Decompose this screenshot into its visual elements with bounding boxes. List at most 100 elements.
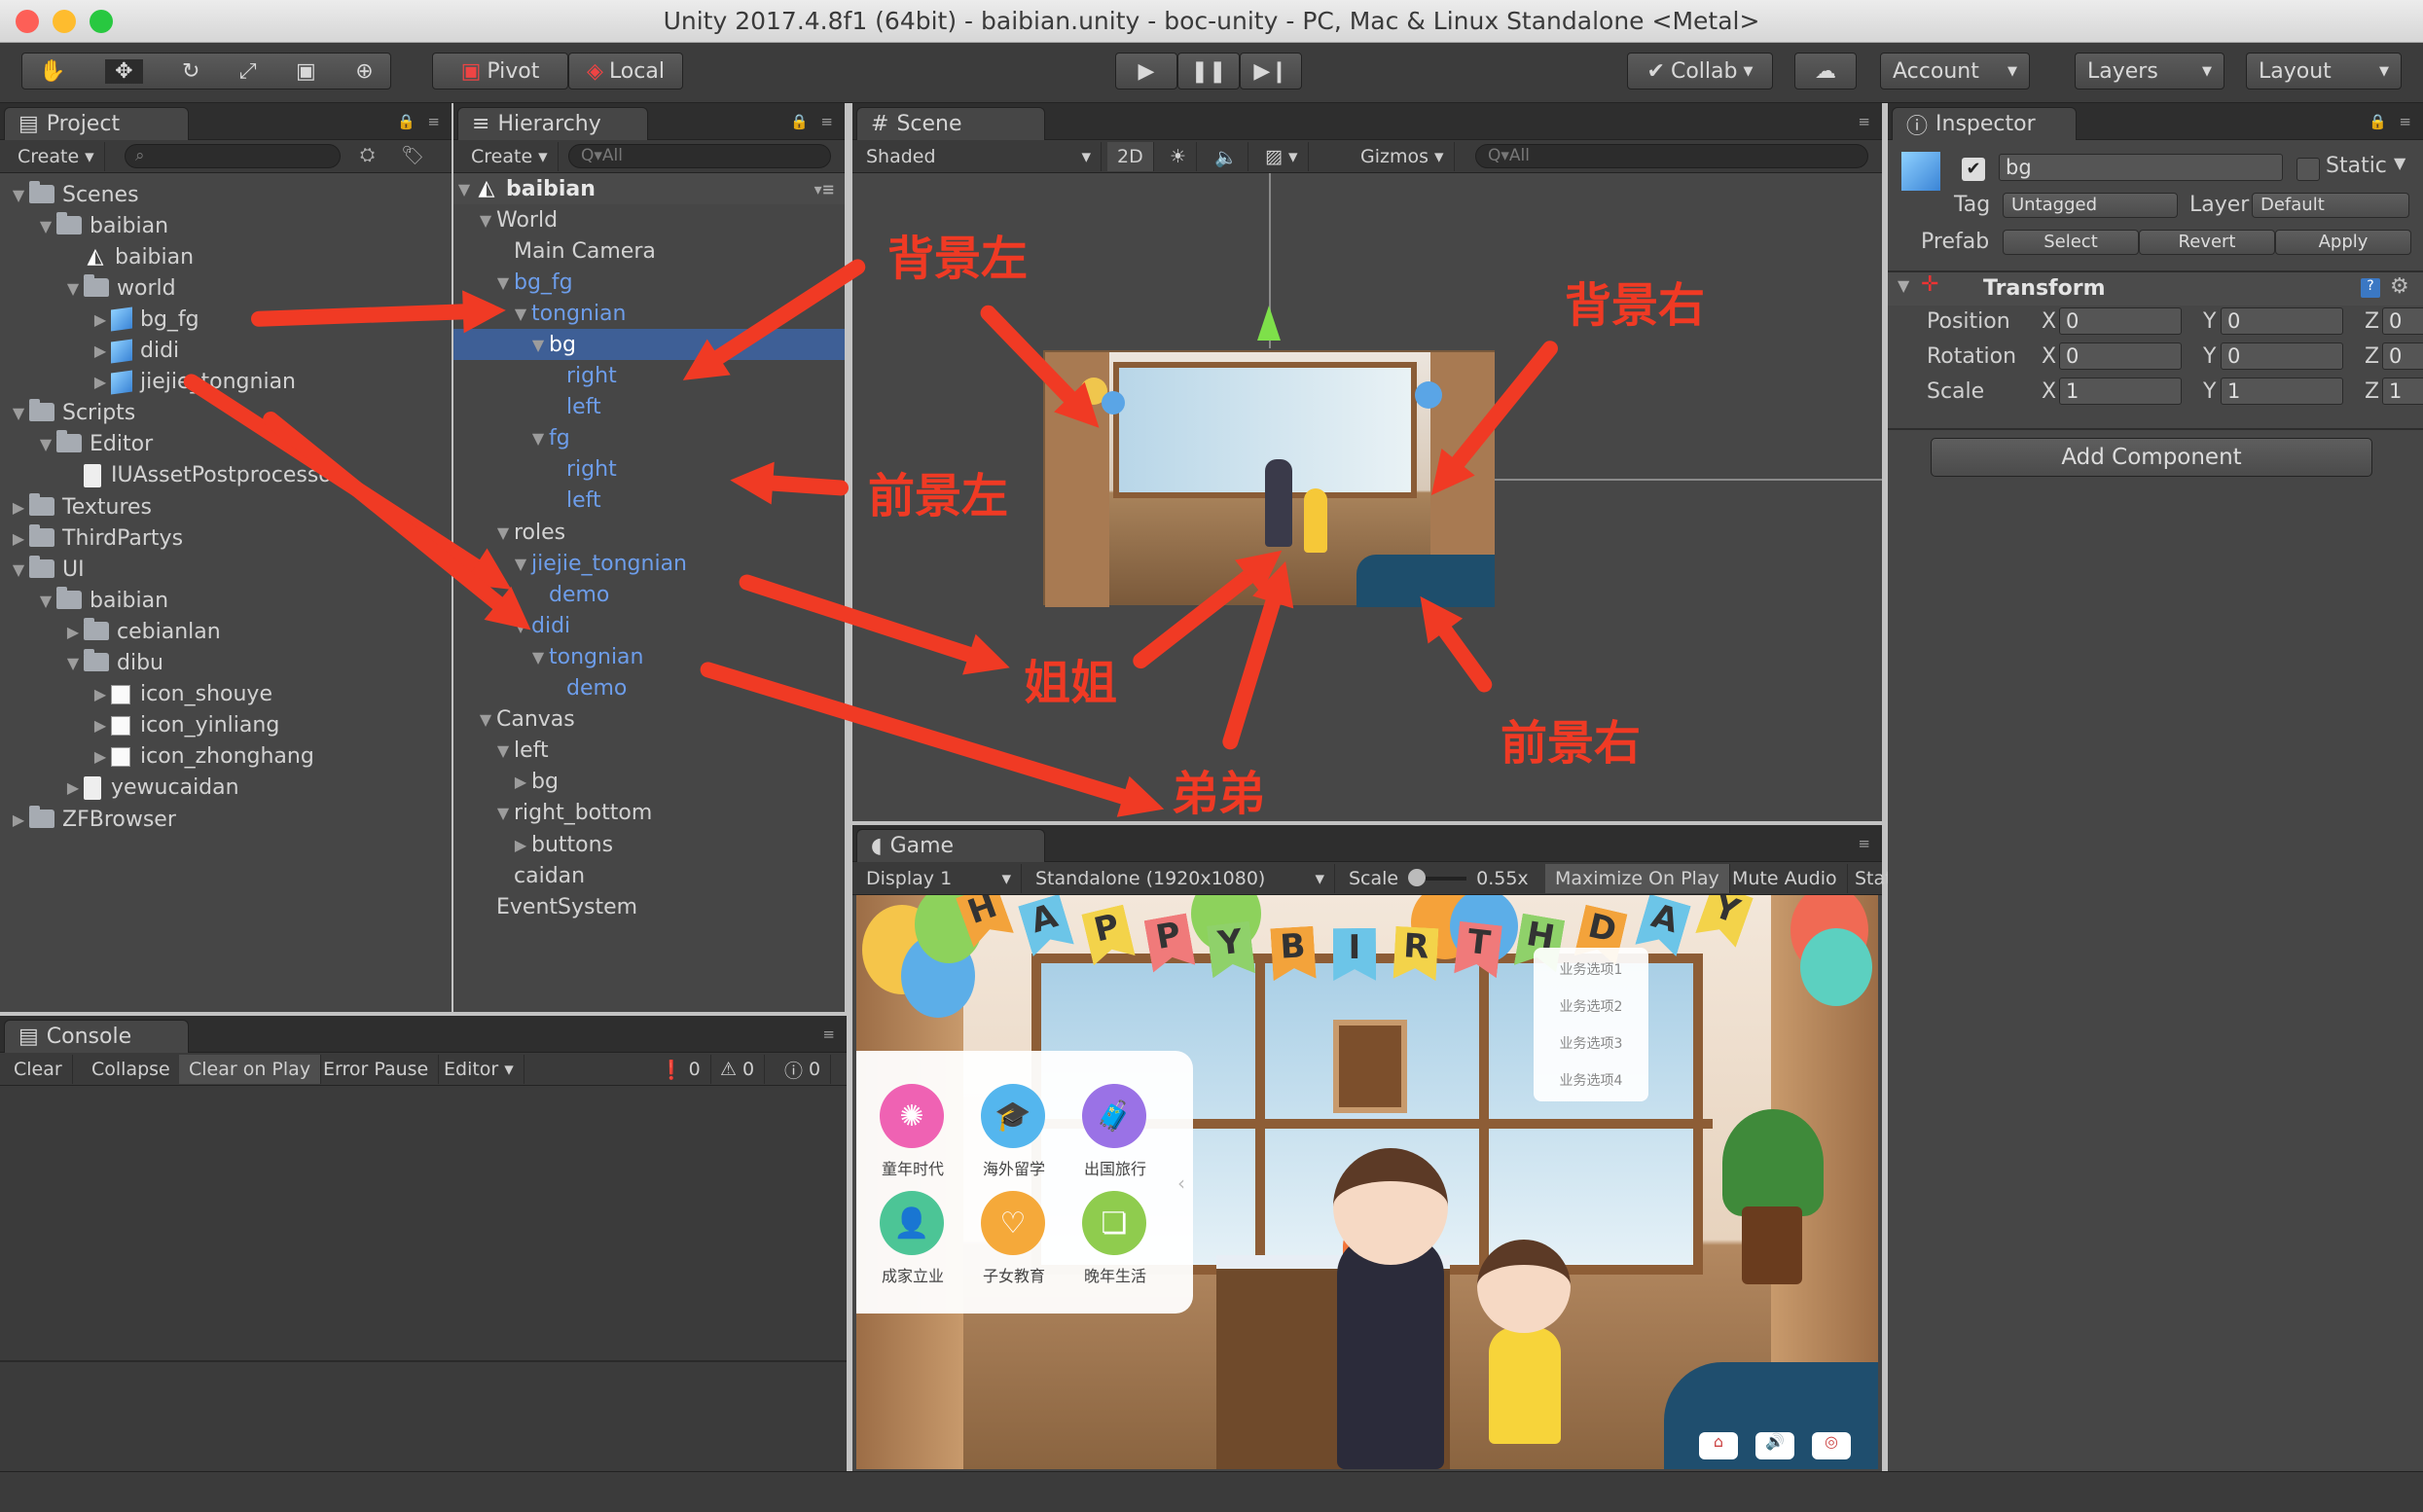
hierarchy-search-input[interactable]: Q▾All xyxy=(568,144,831,168)
collapse-button[interactable]: Collapse xyxy=(82,1055,181,1084)
filter-by-type-icon[interactable]: ⛭ xyxy=(360,144,375,165)
volume-button[interactable]: 🔊 xyxy=(1755,1432,1794,1459)
rotate-tool-icon[interactable]: ↻ xyxy=(182,59,199,84)
pause-button[interactable]: ❚❚ xyxy=(1177,53,1240,90)
list-item[interactable]: ▶ icon_yinliang xyxy=(90,710,279,741)
list-item[interactable]: ▶ bg_fg xyxy=(90,304,199,335)
prefab-revert-button[interactable]: Revert xyxy=(2139,230,2275,255)
hierarchy-item[interactable]: EventSystem xyxy=(453,891,845,922)
hierarchy-item[interactable]: ▼ roles xyxy=(453,517,845,548)
list-item[interactable]: ▶ icon_zhonghang xyxy=(90,741,314,773)
lighting-toggle[interactable]: ☀ xyxy=(1160,142,1198,171)
hierarchy-item[interactable]: ▼ fg xyxy=(453,423,845,454)
rect-tool-icon[interactable]: ▣ xyxy=(296,59,316,84)
expand-arrow-icon[interactable]: ▶ xyxy=(90,685,111,703)
create-dropdown[interactable]: Create ▾ xyxy=(461,142,559,171)
expand-arrow-icon[interactable]: ▶ xyxy=(62,778,84,797)
settings-button[interactable]: ◎ xyxy=(1812,1432,1851,1459)
list-item[interactable]: ▶ Textures xyxy=(8,491,152,522)
service-button[interactable]: ♡ xyxy=(981,1191,1045,1255)
list-item[interactable]: ▶ ThirdPartys xyxy=(8,522,183,554)
panel-menu-icon[interactable]: ≡ xyxy=(1858,113,1874,130)
error-count-toggle[interactable]: ❗ 0 xyxy=(650,1055,711,1084)
panel-menu-icon[interactable]: 🔒 ≡ xyxy=(790,113,837,130)
static-checkbox[interactable] xyxy=(2296,158,2320,181)
transform-y-field[interactable]: 0 xyxy=(2221,307,2343,335)
expand-arrow-icon[interactable]: ▶ xyxy=(90,342,111,360)
expand-arrow-icon[interactable]: ▼ xyxy=(8,560,29,579)
gizmos-dropdown[interactable]: Gizmos ▾ xyxy=(1351,142,1455,171)
expand-arrow-icon[interactable]: ▶ xyxy=(90,373,111,391)
list-item[interactable]: ▼ baibian xyxy=(35,585,168,616)
scene-menu-icon[interactable]: ▾≡ xyxy=(814,180,835,198)
active-checkbox[interactable]: ✔ xyxy=(1962,158,1985,181)
gear-icon[interactable]: ⚙ xyxy=(2390,274,2409,299)
transform-y-field[interactable]: 0 xyxy=(2221,342,2343,370)
transform-tool-icon[interactable]: ⊕ xyxy=(355,59,373,84)
transform-x-field[interactable]: 0 xyxy=(2059,307,2182,335)
hierarchy-item[interactable]: ▶ bg xyxy=(453,767,845,798)
service-button[interactable]: ✺ xyxy=(880,1084,944,1148)
log-count-toggle[interactable]: ⓘ 0 xyxy=(775,1055,832,1084)
collab-dropdown[interactable]: ✔ Collab ▼ xyxy=(1627,53,1773,90)
play-button[interactable]: ▶ xyxy=(1115,53,1177,90)
transform-x-field[interactable]: 1 xyxy=(2059,378,2182,405)
help-icon[interactable]: ? xyxy=(2361,278,2380,298)
toggle-2d-button[interactable]: 2D xyxy=(1107,142,1154,171)
prefab-select-button[interactable]: Select xyxy=(2003,230,2139,255)
account-dropdown[interactable]: Account ▼ xyxy=(1880,53,2030,90)
tag-dropdown[interactable]: Untagged xyxy=(2003,193,2178,218)
list-item[interactable]: ▶ cebianlan xyxy=(62,616,221,647)
expand-arrow-icon[interactable]: ▼ xyxy=(1898,276,1909,295)
service-button[interactable]: 🧳 xyxy=(1082,1084,1146,1148)
expand-arrow-icon[interactable]: ▶ xyxy=(510,773,531,791)
list-item[interactable]: ▼ baibian xyxy=(35,210,168,241)
hierarchy-item[interactable]: Main Camera xyxy=(453,235,845,267)
display-dropdown[interactable]: Display 1 ▾ xyxy=(856,864,1022,893)
service-button[interactable]: 🎓 xyxy=(981,1084,1045,1148)
hierarchy-item[interactable]: ▼ tongnian xyxy=(453,641,845,672)
expand-arrow-icon[interactable]: ▼ xyxy=(527,429,549,448)
collapse-arrow-icon[interactable]: ‹ xyxy=(1177,1171,1185,1195)
list-item[interactable]: ▼ world xyxy=(62,272,176,304)
panel-menu-icon[interactable]: ≡ xyxy=(822,1026,839,1043)
shading-mode-dropdown[interactable]: Shaded ▾ xyxy=(856,142,1102,171)
transform-y-field[interactable]: 1 xyxy=(2221,378,2343,405)
tab-scene[interactable]: # Scene xyxy=(856,107,1045,140)
maximize-on-play-toggle[interactable]: Maximize On Play xyxy=(1545,864,1730,893)
filter-by-label-icon[interactable]: 🏷 xyxy=(401,144,424,166)
zoom-window-button[interactable] xyxy=(90,10,113,33)
hierarchy-item[interactable]: right xyxy=(453,361,845,392)
transform-z-field[interactable]: 0 xyxy=(2382,307,2423,335)
project-search-input[interactable]: ⌕ xyxy=(125,144,341,168)
pivot-toggle[interactable]: ▣ Pivot xyxy=(432,53,568,90)
layout-dropdown[interactable]: Layout ▼ xyxy=(2246,53,2402,90)
business-menu-item[interactable]: 业务选项2 xyxy=(1534,996,1648,1016)
static-dropdown-arrow-icon[interactable]: ▼ xyxy=(2394,154,2405,172)
service-button[interactable]: 👤 xyxy=(880,1191,944,1255)
home-button[interactable]: ⌂ xyxy=(1699,1432,1738,1459)
business-menu-item[interactable]: 业务选项3 xyxy=(1534,1033,1648,1053)
hierarchy-item[interactable]: left xyxy=(453,392,845,423)
list-item[interactable]: IUAssetPostprocessor xyxy=(62,460,341,491)
hierarchy-item[interactable]: caidan xyxy=(453,860,845,891)
transform-x-field[interactable]: 0 xyxy=(2059,342,2182,370)
move-tool-icon[interactable]: ✥ xyxy=(105,58,143,84)
editor-dropdown[interactable]: Editor ▾ xyxy=(434,1055,524,1084)
tab-project[interactable]: ▤ Project xyxy=(4,107,189,140)
expand-arrow-icon[interactable]: ▶ xyxy=(90,747,111,766)
hand-tool-icon[interactable]: ✋ xyxy=(39,59,65,84)
scene-root-row[interactable]: ▼ ◭ baibian ▾≡ xyxy=(453,173,845,204)
prefab-apply-button[interactable]: Apply xyxy=(2275,230,2411,255)
list-item[interactable]: ▶ didi xyxy=(90,336,179,367)
warning-count-toggle[interactable]: ⚠ 0 xyxy=(710,1055,766,1084)
expand-arrow-icon[interactable]: ▼ xyxy=(35,592,56,610)
game-viewport[interactable]: HAPPYBIRTHDAY 业务选项1 业务选项2 业务选项3 业务选项4 ‹ ✺ 童年… xyxy=(856,895,1878,1469)
cloud-button[interactable]: ☁ xyxy=(1794,53,1857,90)
clear-on-play-toggle[interactable]: Clear on Play xyxy=(179,1055,322,1084)
scale-tool-icon[interactable]: ⤢ xyxy=(239,59,257,84)
transform-z-field[interactable]: 1 xyxy=(2382,378,2423,405)
hierarchy-item[interactable]: ▼ World xyxy=(453,204,845,235)
error-pause-toggle[interactable]: Error Pause xyxy=(313,1055,440,1084)
layer-dropdown[interactable]: Default xyxy=(2252,193,2409,218)
